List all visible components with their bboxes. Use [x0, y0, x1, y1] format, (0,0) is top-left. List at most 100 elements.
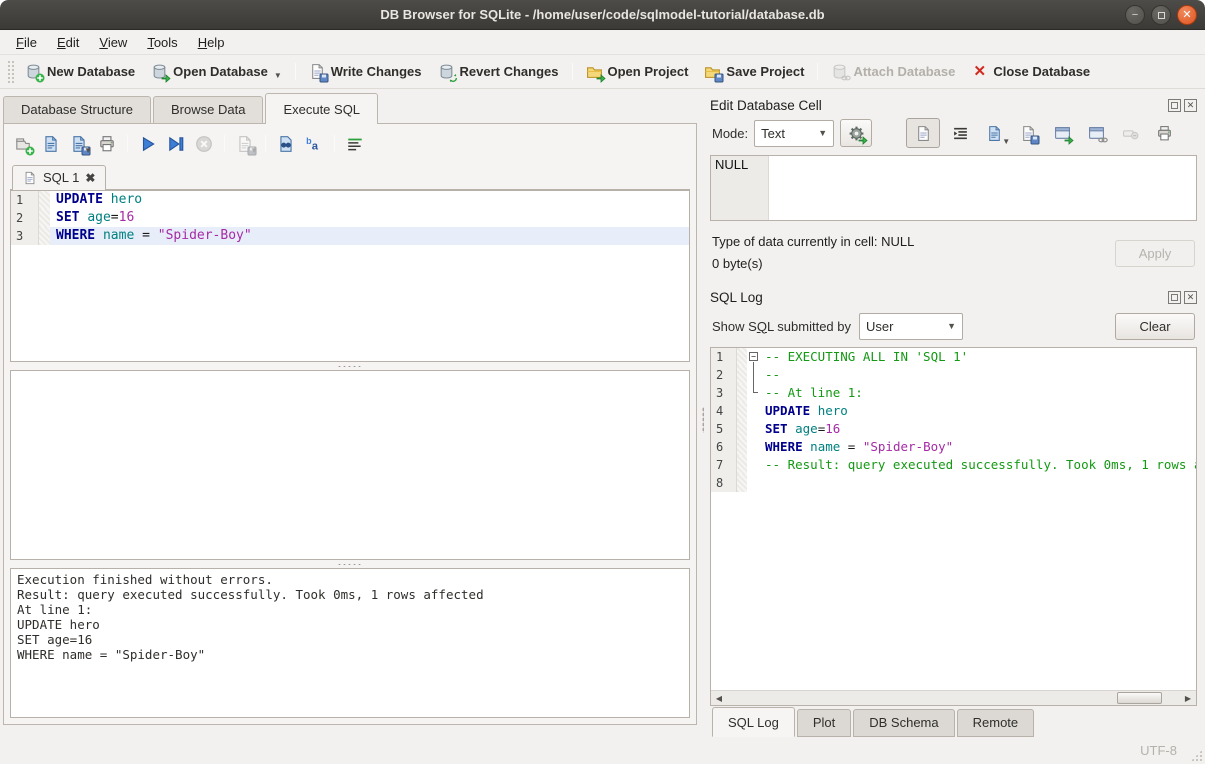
collapse-icon[interactable]: −	[749, 352, 758, 361]
mode-select[interactable]: Text ▼	[754, 120, 834, 147]
menu-help[interactable]: Help	[188, 32, 235, 53]
cell-info-row: Type of data currently in cell: NULL 0 b…	[710, 229, 1197, 285]
code-token: 16	[825, 421, 840, 436]
cell-open-external-button[interactable]	[1048, 120, 1076, 146]
close-dock-icon[interactable]: ✕	[1184, 99, 1197, 112]
menu-edit[interactable]: Edit	[47, 32, 89, 53]
cell-mode-row: Mode: Text ▼ ▼	[710, 117, 1197, 153]
code-line: SET age=16	[761, 420, 1196, 438]
scrollbar-thumb[interactable]	[1117, 692, 1162, 704]
revert-changes-button[interactable]: ath d="M2 6a4 4 0 0 1 7-2.6" fill="none"…	[430, 59, 567, 84]
close-button-icon[interactable]: ✕	[1177, 5, 1197, 25]
close-database-button[interactable]: ✕Close Database	[963, 59, 1098, 84]
open-sql-file-button[interactable]	[38, 132, 64, 156]
editor-line[interactable]: 1UPDATE hero	[11, 191, 689, 209]
menu-file[interactable]: File	[6, 32, 47, 53]
float-dock-icon[interactable]	[1168, 291, 1181, 304]
log-line[interactable]: 8	[711, 474, 1196, 492]
menu-view[interactable]: View	[89, 32, 137, 53]
dock-tab-sql-log[interactable]: SQL Log	[712, 707, 795, 737]
write-changes-button[interactable]: Write Changes	[301, 59, 430, 84]
code-token: hero	[818, 403, 848, 418]
fold-marker	[747, 456, 761, 474]
cell-type-info: Type of data currently in cell: NULL	[712, 231, 1115, 253]
scroll-left-icon[interactable]: ◀	[711, 691, 727, 705]
sql-tab-label: SQL 1	[43, 170, 79, 185]
cell-set-null-icon	[1122, 125, 1139, 142]
dock-tab-plot[interactable]: Plot	[797, 709, 851, 737]
editor-line[interactable]: 3WHERE name = "Spider-Boy"	[11, 227, 689, 245]
cell-value-editor[interactable]: NULL	[710, 155, 1197, 221]
horizontal-scrollbar[interactable]: ◀ ▶	[711, 690, 1196, 705]
line-number: 7	[711, 456, 737, 474]
execute-all-button[interactable]	[135, 132, 161, 156]
menu-tools[interactable]: Tools	[137, 32, 187, 53]
cell-import-button[interactable]: ▼	[980, 120, 1008, 146]
scroll-right-icon[interactable]: ▶	[1180, 691, 1196, 705]
log-line[interactable]: 3-- At line 1:	[711, 384, 1196, 402]
vertical-splitter-handle[interactable]	[700, 89, 706, 737]
log-line[interactable]: 6WHERE name = "Spider-Boy"	[711, 438, 1196, 456]
find-replace-button[interactable]	[273, 132, 299, 156]
clear-log-button[interactable]: Clear	[1115, 313, 1195, 340]
word-wrap-lines-button[interactable]	[342, 132, 368, 156]
splitter-handle[interactable]	[10, 362, 690, 370]
statusbar: UTF-8	[0, 737, 1205, 764]
sql-editor-lines: 1UPDATE hero2SET age=163WHERE name = "Sp…	[11, 191, 689, 245]
open-project-icon	[586, 63, 603, 80]
print-sql-button[interactable]	[94, 132, 120, 156]
cell-word-wrap-button[interactable]	[946, 120, 974, 146]
dock-tab-remote[interactable]: Remote	[957, 709, 1035, 737]
splitter-handle[interactable]	[10, 560, 690, 568]
cell-text-mode-button[interactable]	[906, 118, 940, 148]
sql-editor[interactable]: 1UPDATE hero2SET age=163WHERE name = "Sp…	[10, 190, 690, 362]
log-line[interactable]: 2--	[711, 366, 1196, 384]
cell-print-button[interactable]	[1150, 120, 1178, 146]
resize-grip[interactable]	[1190, 749, 1203, 762]
query-results-grid[interactable]	[10, 370, 690, 560]
tab-browse-data[interactable]: Browse Data	[153, 96, 263, 123]
cell-copy-link-button[interactable]	[1082, 120, 1110, 146]
close-tab-icon[interactable]: ✖	[85, 171, 95, 185]
encoding-indicator[interactable]: UTF-8	[1140, 743, 1177, 758]
submitted-by-select[interactable]: User ▼	[859, 313, 963, 340]
log-line[interactable]: 7 -- Result: query executed successfully.…	[711, 456, 1196, 474]
save-sql-file-button[interactable]: ▼	[66, 132, 92, 156]
fold-marker[interactable]: −	[747, 348, 761, 366]
new-database-button[interactable]: New Database	[17, 59, 143, 84]
save-project-button[interactable]: Save Project	[696, 59, 812, 84]
code-token: -- Result: query executed successfully. …	[765, 457, 1196, 472]
tab-execute-sql[interactable]: Execute SQL	[265, 93, 378, 123]
execute-current-line-button[interactable]	[163, 132, 189, 156]
cell-export-button[interactable]	[1014, 120, 1042, 146]
maximize-button-icon[interactable]	[1151, 5, 1171, 25]
execution-message-pane[interactable]: Execution finished without errors.Result…	[10, 568, 690, 718]
tab-database-structure[interactable]: Database Structure	[3, 96, 151, 123]
open-project-button[interactable]: Open Project	[578, 59, 697, 84]
sql-tab-sql-1[interactable]: SQL 1 ✖	[12, 165, 106, 190]
dock-tab-db-schema[interactable]: DB Schema	[853, 709, 954, 737]
sql-log-view[interactable]: 1−-- EXECUTING ALL IN 'SQL 1'2--3-- At l…	[710, 347, 1197, 706]
toolbar-drag-handle[interactable]	[7, 60, 14, 84]
apply-button[interactable]: Apply	[1115, 240, 1195, 267]
code-line: SET age=16	[50, 209, 689, 227]
cell-copy-link-icon	[1088, 125, 1105, 142]
auto-format-button[interactable]: ba	[301, 132, 327, 156]
close-dock-icon[interactable]: ✕	[1184, 291, 1197, 304]
code-line: WHERE name = "Spider-Boy"	[50, 227, 689, 245]
minimize-button-icon[interactable]: −	[1125, 5, 1145, 25]
code-token: --	[765, 367, 780, 382]
new-sql-tab-button[interactable]	[10, 132, 36, 156]
sql-log-title: SQL Log	[710, 290, 1168, 305]
open-database-button[interactable]: Open Database▼	[143, 59, 290, 84]
float-dock-icon[interactable]	[1168, 99, 1181, 112]
log-line[interactable]: 4UPDATE hero	[711, 402, 1196, 420]
cell-edit-area[interactable]	[769, 156, 1196, 220]
fold-margin	[39, 191, 50, 209]
scrollbar-track[interactable]	[727, 691, 1180, 705]
apply-format-button[interactable]	[840, 119, 872, 147]
editor-line[interactable]: 2SET age=16	[11, 209, 689, 227]
sql-log-filter-row: Show SQL submitted by User ▼ Clear	[710, 309, 1197, 347]
log-line[interactable]: 1−-- EXECUTING ALL IN 'SQL 1'	[711, 348, 1196, 366]
log-line[interactable]: 5SET age=16	[711, 420, 1196, 438]
